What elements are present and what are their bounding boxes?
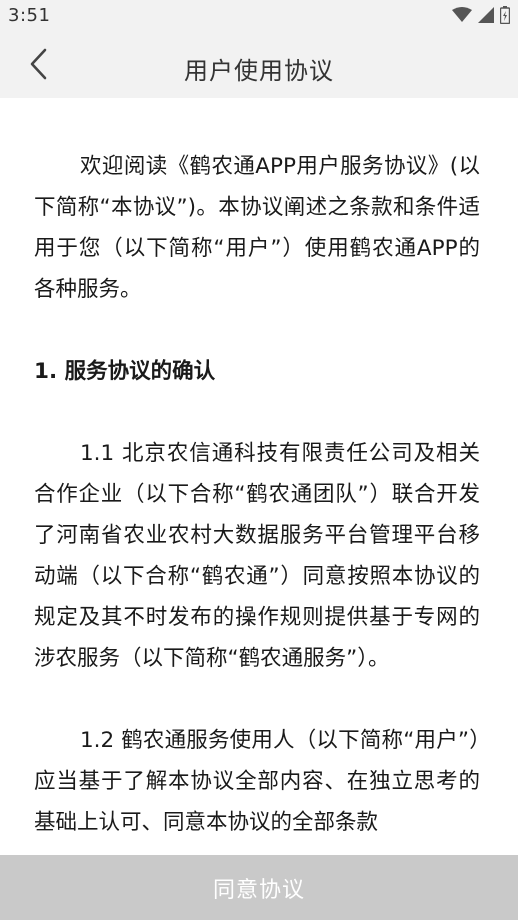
wifi-icon bbox=[452, 7, 472, 27]
status-icons bbox=[452, 6, 511, 28]
page-title: 用户使用协议 bbox=[184, 57, 334, 85]
agree-button[interactable]: 同意协议 bbox=[0, 855, 518, 920]
section-heading: 1. 服务协议的确认 bbox=[34, 359, 216, 384]
agreement-content[interactable]: 欢迎阅读《鹤农通APP用户服务协议》(以下简称“本协议”)。本协议阐述之条款和条… bbox=[0, 98, 518, 855]
battery-icon bbox=[499, 6, 511, 28]
status-time: 3:51 bbox=[8, 5, 51, 26]
cellular-signal-icon bbox=[478, 7, 494, 27]
clause-paragraph: 1.2 鹤农通服务使用人（以下简称“用户”）应当基于了解本协议全部内容、在独立思… bbox=[34, 728, 480, 835]
clause-paragraph: 1.1 北京农信通科技有限责任公司及相关合作企业（以下合称“鹤农通团队”）联合开… bbox=[34, 441, 480, 671]
status-bar: 3:51 bbox=[0, 0, 518, 34]
nav-bar: 用户使用协议 bbox=[0, 34, 518, 98]
intro-paragraph: 欢迎阅读《鹤农通APP用户服务协议》(以下简称“本协议”)。本协议阐述之条款和条… bbox=[34, 154, 480, 302]
screen: 3:51 用户使用协议 欢迎阅读《鹤农通APP用户服务协议》(以下简称“本协议”… bbox=[0, 0, 518, 920]
